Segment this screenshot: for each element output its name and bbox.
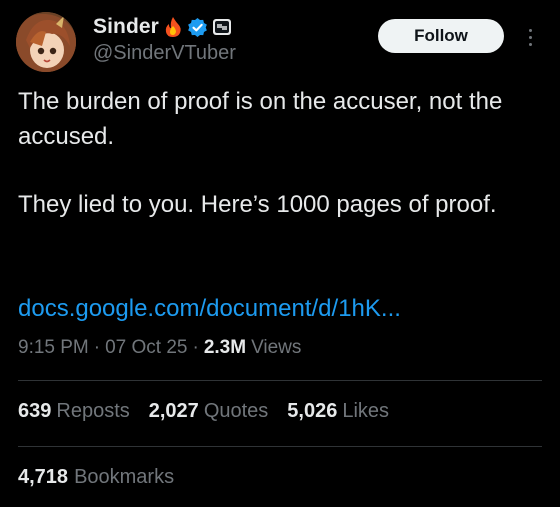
avatar[interactable]: [16, 12, 76, 72]
tweet-paragraph-1: The burden of proof is on the accuser, n…: [18, 88, 503, 150]
quotes-label: Quotes: [203, 400, 269, 422]
more-dot: [528, 28, 532, 32]
meta-separator: ·: [93, 337, 101, 358]
bookmarks-count: 4,718: [18, 466, 69, 488]
likes-count: 5,026: [287, 400, 338, 422]
author-name-row: Sinder: [93, 14, 232, 40]
divider: [18, 446, 542, 447]
quotes-count: 2,027: [148, 400, 199, 422]
more-options-icon[interactable]: [522, 22, 538, 52]
reposts-stat[interactable]: 639 Reposts: [18, 400, 130, 423]
affiliate-icon[interactable]: [212, 18, 232, 36]
meta-separator: ·: [192, 337, 199, 358]
avatar-image: [16, 12, 76, 72]
reposts-count: 639: [18, 400, 52, 422]
tweet-time[interactable]: 9:15 PM: [18, 337, 89, 359]
tweet-link[interactable]: docs.google.com/document/d/1hK...: [18, 293, 401, 325]
quotes-stat[interactable]: 2,027 Quotes: [149, 400, 269, 423]
reposts-label: Reposts: [56, 400, 130, 422]
tweet-header: Sinder @SinderVTuber Follow: [0, 0, 560, 80]
tweet-date[interactable]: 07 Oct 25: [105, 337, 187, 359]
fire-emoji-icon: [163, 16, 183, 38]
views-label[interactable]: Views: [251, 337, 301, 359]
views-count[interactable]: 2.3M: [204, 337, 246, 359]
verified-icon[interactable]: [187, 17, 208, 38]
likes-label: Likes: [342, 400, 390, 422]
tweet-meta: 9:15 PM · 07 Oct 25 · 2.3M Views: [18, 337, 301, 359]
more-dot: [528, 42, 532, 46]
follow-button[interactable]: Follow: [378, 19, 504, 53]
bookmarks-stat[interactable]: 4,718 Bookmarks: [18, 466, 174, 489]
divider: [18, 380, 542, 381]
tweet-paragraph-2: They lied to you. Here’s 1000 pages of p…: [18, 191, 497, 218]
bookmarks-label: Bookmarks: [74, 466, 175, 488]
engagement-stats: 639 Reposts 2,027 Quotes 5,026 Likes: [18, 400, 408, 423]
likes-stat[interactable]: 5,026 Likes: [287, 400, 389, 423]
more-dot: [528, 35, 532, 39]
author-display-name[interactable]: Sinder: [93, 15, 159, 39]
author-handle[interactable]: @SinderVTuber: [93, 42, 236, 65]
